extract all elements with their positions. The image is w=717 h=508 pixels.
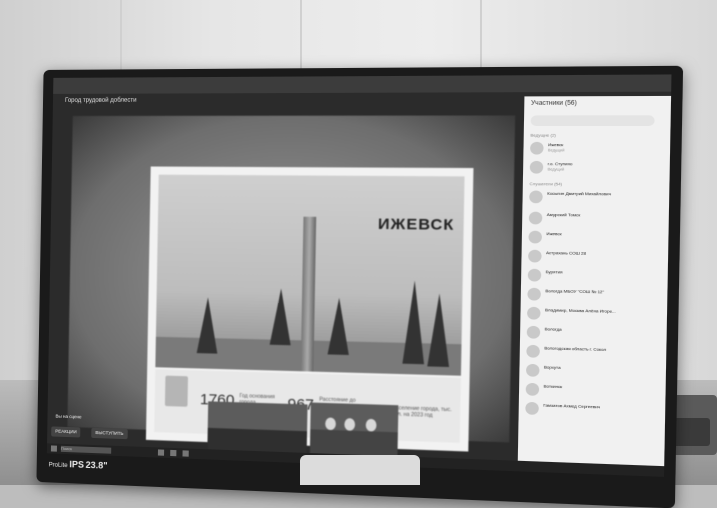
monitor-brand: ProLite [48, 462, 68, 470]
avatar [528, 230, 543, 244]
participant-item[interactable]: Воткинск [525, 382, 659, 402]
participant-role: Ведущий [547, 167, 565, 172]
mic-status-text: на сцене [62, 413, 82, 420]
participant-name: Астрахань СОШ 28 [546, 249, 587, 256]
person-face [325, 417, 336, 431]
window-titlebar [53, 74, 672, 94]
participants-title: Участники (56) [530, 100, 577, 107]
avatar [527, 287, 541, 301]
participant-name: г.о. Ступино [547, 160, 573, 167]
mic-label: Вы [55, 413, 62, 419]
participant-item[interactable]: Астрахань СОШ 28 [528, 249, 661, 267]
avatar [526, 344, 540, 358]
participant-name: Владимир, Москва Алёна Игоре... [544, 307, 616, 314]
participant-item[interactable]: Амурский Томск [528, 211, 662, 228]
presentation-stage: ИЖЕВСК 1760 Год основания города 967 Рас… [67, 115, 516, 460]
participant-name: Вологда [544, 326, 562, 332]
monitor-size: 23.8" [85, 459, 108, 471]
participant-name: Косыгин Дмитрий Михайлович [547, 190, 612, 197]
person-face [365, 418, 377, 432]
participant-item[interactable]: Вологодская область г. Сокол [526, 344, 659, 363]
avatar [529, 160, 544, 174]
participant-item[interactable]: г.о. Ступино Ведущий [529, 160, 663, 177]
tree [327, 297, 350, 355]
foreground-object [300, 455, 420, 485]
taskbar-search-input[interactable]: Поиск [60, 445, 112, 454]
app-icon[interactable] [157, 449, 165, 456]
tree [196, 297, 219, 354]
person-face [344, 418, 356, 431]
tree [402, 280, 426, 365]
participant-name: Вологда МБОУ "СОШ № 12" [545, 288, 605, 295]
mic-status[interactable]: Вы на сцене [51, 411, 85, 422]
avatar [529, 190, 543, 204]
section-listeners: Слушатели (54) [529, 180, 563, 187]
participant-name: Амурский Томск [546, 211, 581, 218]
avatar [528, 211, 543, 225]
participant-name: Ижевск [548, 141, 564, 148]
video-tile[interactable] [309, 402, 399, 460]
slide-city-title: ИЖЕВСК [377, 215, 455, 234]
meeting-title: Город трудовой доблести [64, 97, 137, 104]
participant-name: Бурятия [545, 268, 563, 275]
participant-item[interactable]: Ижевск [528, 230, 661, 248]
monitor-panel: IPS [69, 459, 85, 470]
app-icon[interactable] [170, 449, 177, 457]
participant-item[interactable]: Вологда МБОУ "СОШ № 12" [527, 287, 660, 305]
start-icon[interactable] [50, 445, 57, 452]
avatar [527, 306, 541, 320]
participant-item[interactable]: Воркута [525, 363, 659, 383]
participant-name: Вологодская область г. Сокол [544, 345, 607, 353]
participant-name: Воркута [543, 364, 561, 371]
participant-item[interactable]: Ижевск Ведущий [530, 141, 663, 157]
participants-search-input[interactable] [530, 115, 655, 126]
monitor: Город трудовой доблести ИЖЕВСК 1760 Год … [36, 65, 684, 508]
stat-label: Население города, тыс. чел. на 2023 год [391, 405, 452, 419]
tree [427, 293, 451, 368]
speak-button[interactable]: ВЫСТУПИТЬ [91, 427, 128, 440]
avatar [525, 401, 539, 415]
slide-photo [155, 174, 465, 376]
participant-item[interactable]: Владимир, Москва Алёна Игоре... [527, 306, 660, 325]
slide-stats: 1760 Год основания города 967 Расстояние… [154, 369, 461, 443]
participant-name: Ижевск [546, 230, 562, 237]
tree [269, 288, 292, 346]
avatar [525, 363, 540, 377]
participant-item[interactable]: Вологда [526, 325, 660, 344]
avatar [527, 268, 542, 282]
participant-name: Гамзатов Ахмед Сергеевич [543, 402, 601, 410]
participant-item[interactable]: Гамзатов Ахмед Сергеевич [525, 401, 658, 421]
app-icon[interactable] [182, 450, 189, 457]
avatar [525, 382, 540, 396]
screen: Город трудовой доблести ИЖЕВСК 1760 Год … [46, 74, 672, 477]
avatar [526, 325, 541, 339]
participants-panel: Участники (56) Ведущие (2) Ижевск Ведущий… [517, 95, 672, 477]
participant-item[interactable]: Косыгин Дмитрий Михайлович [529, 189, 662, 206]
section-hosts: Ведущие (2) [530, 132, 556, 138]
reactions-button[interactable]: РЕАКЦИИ [51, 426, 81, 438]
participant-role: Ведущий [547, 148, 565, 153]
monitor-badge: ProLite IPS 23.8" [48, 458, 108, 471]
participant-name: Воткинск [543, 383, 563, 390]
avatar [528, 249, 542, 263]
city-emblem-icon [164, 375, 189, 407]
avatar [530, 141, 544, 155]
participant-item[interactable]: Бурятия [527, 268, 661, 286]
